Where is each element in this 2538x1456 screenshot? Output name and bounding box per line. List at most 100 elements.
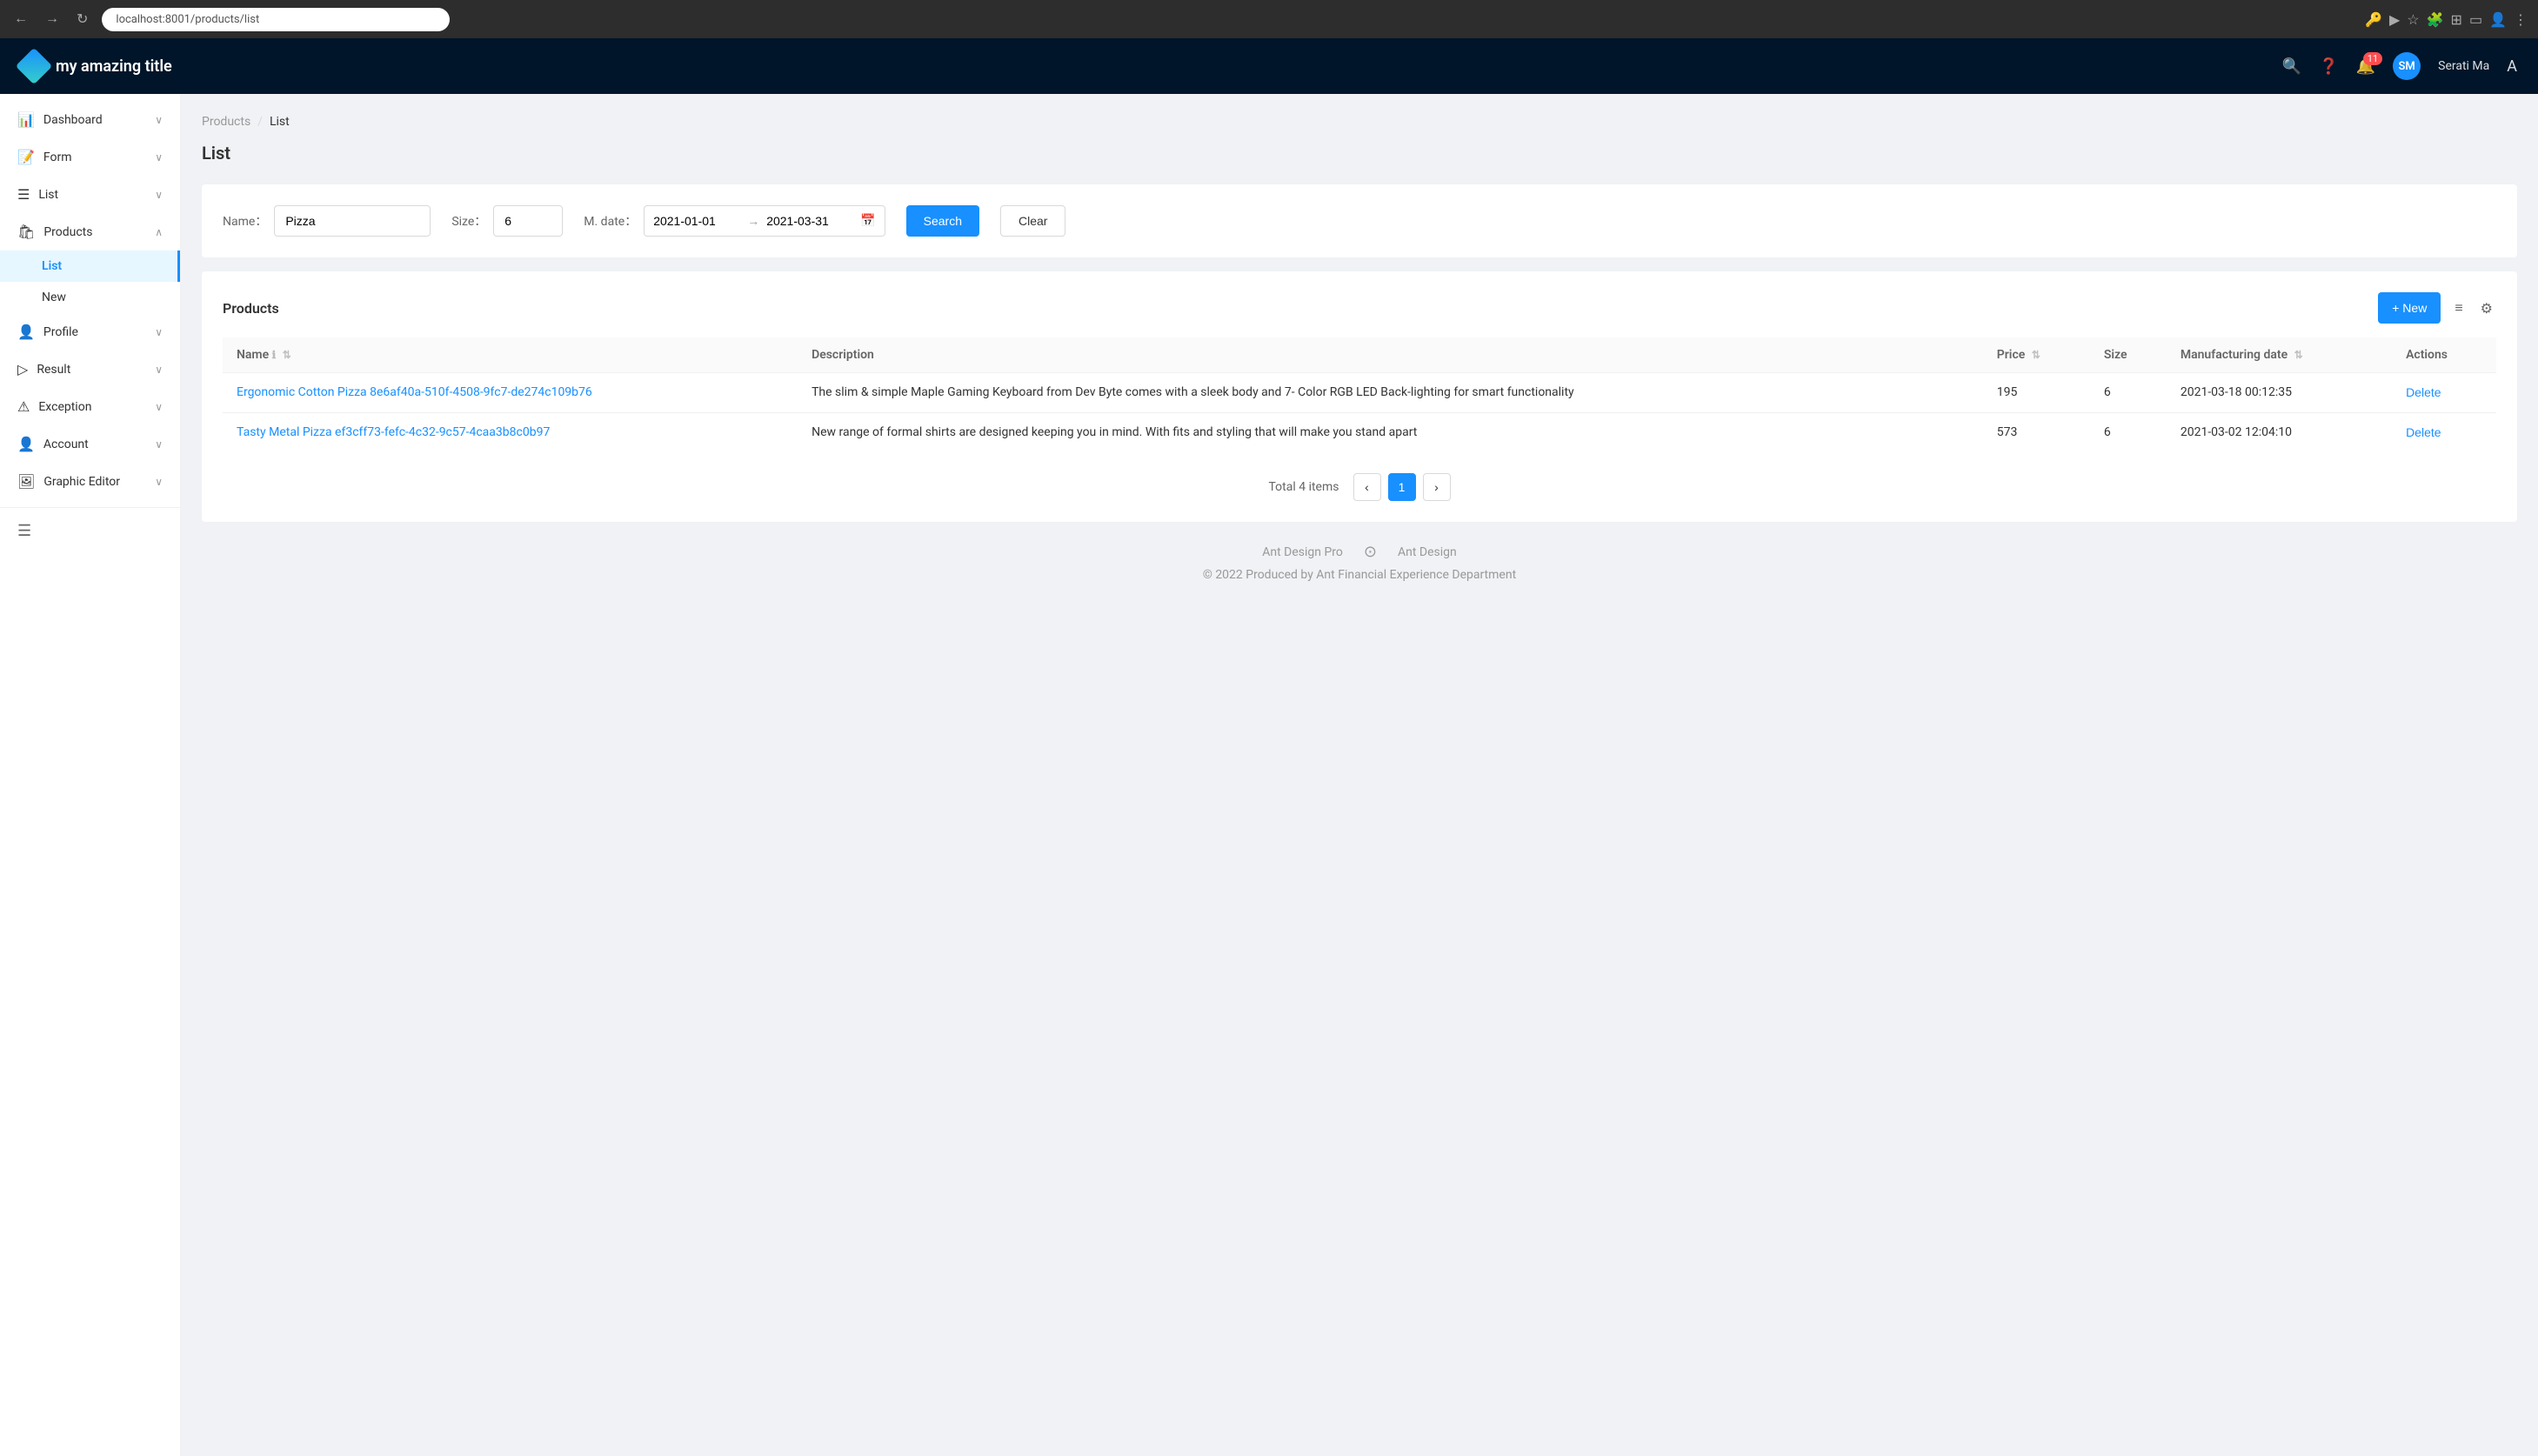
chevron-down-icon: ∨ bbox=[155, 438, 163, 451]
app-header: my amazing title 🔍 ❓ 🔔 11 SM Serati Ma A bbox=[0, 38, 2538, 94]
sidebar-item-label: Result bbox=[37, 363, 70, 377]
calendar-icon[interactable]: 📅 bbox=[860, 214, 875, 228]
settings-icon[interactable]: ⚙ bbox=[2477, 297, 2496, 320]
sidebar-item-account[interactable]: 👤 Account ∨ bbox=[0, 425, 180, 463]
sidebar-sub-label: List bbox=[42, 259, 62, 273]
sort-icon[interactable]: ⇅ bbox=[2294, 349, 2303, 361]
exception-icon: ⚠ bbox=[17, 398, 30, 415]
cast-icon: ▶ bbox=[2389, 11, 2400, 28]
cell-description: New range of formal shirts are designed … bbox=[798, 413, 1983, 453]
form-icon: 📝 bbox=[17, 149, 35, 165]
chevron-down-icon: ∨ bbox=[155, 476, 163, 488]
sidebar-sub-item-list[interactable]: List bbox=[0, 250, 180, 282]
sidebar-item-list[interactable]: ☰ List ∨ bbox=[0, 176, 180, 213]
dashboard-icon: 📊 bbox=[17, 111, 35, 128]
pagination-total: Total 4 items bbox=[1269, 480, 1339, 494]
col-size-label: Size bbox=[2104, 348, 2127, 362]
help-icon[interactable]: ❓ bbox=[2319, 57, 2338, 76]
product-link[interactable]: Tasty Metal Pizza ef3cff73-fefc-4c32-9c5… bbox=[237, 425, 550, 439]
graphic-editor-icon: 🖼 bbox=[17, 473, 35, 490]
table-actions: + New ≡ ⚙ bbox=[2378, 292, 2496, 324]
sidebar-item-label: Exception bbox=[38, 400, 91, 414]
refresh-button[interactable]: ↻ bbox=[73, 7, 91, 31]
breadcrumb-separator: / bbox=[257, 115, 263, 129]
column-height-icon[interactable]: ≡ bbox=[2451, 296, 2466, 320]
app-layout: 📊 Dashboard ∨ 📝 Form ∨ ☰ List ∨ bbox=[0, 94, 2538, 1456]
products-table: Name ℹ ⇅ Description Price ⇅ Size bbox=[223, 337, 2496, 452]
key-icon: 🔑 bbox=[2365, 11, 2382, 28]
col-description: Description bbox=[798, 337, 1983, 373]
col-manufacturing-date-label: Manufacturing date bbox=[2181, 348, 2288, 362]
main-content: Products / List List Name： Size： M. date… bbox=[181, 94, 2538, 1456]
chevron-down-icon: ∨ bbox=[155, 151, 163, 164]
size-filter-input[interactable] bbox=[493, 205, 563, 237]
next-page-button[interactable]: › bbox=[1423, 473, 1451, 501]
list-icon: ☰ bbox=[17, 186, 30, 203]
avatar[interactable]: SM bbox=[2393, 52, 2421, 80]
header-right: 🔍 ❓ 🔔 11 SM Serati Ma A bbox=[2282, 52, 2517, 80]
sidebar-item-label: Account bbox=[43, 437, 89, 451]
cell-size-value: 6 bbox=[2104, 385, 2111, 399]
page-1-button[interactable]: 1 bbox=[1388, 473, 1416, 501]
cell-name: Tasty Metal Pizza ef3cff73-fefc-4c32-9c5… bbox=[223, 413, 798, 453]
translate-icon[interactable]: A bbox=[2507, 57, 2517, 76]
back-button[interactable]: ← bbox=[10, 8, 31, 30]
search-icon[interactable]: 🔍 bbox=[2282, 57, 2301, 76]
sidebar-item-label: Products bbox=[43, 225, 92, 239]
result-icon: ▷ bbox=[17, 361, 28, 377]
prev-page-button[interactable]: ‹ bbox=[1353, 473, 1381, 501]
sidebar-item-profile[interactable]: 👤 Profile ∨ bbox=[0, 313, 180, 351]
cell-description-text: The slim & simple Maple Gaming Keyboard … bbox=[811, 385, 1574, 399]
delete-button[interactable]: Delete bbox=[2406, 425, 2441, 439]
sidebar-item-form[interactable]: 📝 Form ∨ bbox=[0, 138, 180, 176]
menu-icon: ⋮ bbox=[2514, 11, 2528, 28]
sort-icon[interactable]: ⇅ bbox=[2032, 349, 2040, 361]
forward-button[interactable]: → bbox=[42, 8, 63, 30]
breadcrumb-products[interactable]: Products bbox=[202, 115, 250, 129]
footer-link-ant-design[interactable]: Ant Design bbox=[1398, 545, 1457, 559]
notification-wrapper[interactable]: 🔔 11 bbox=[2356, 57, 2375, 76]
sidebar-sub-label: New bbox=[42, 291, 66, 304]
date-range-picker[interactable]: → 📅 bbox=[644, 205, 885, 237]
hamburger-icon[interactable]: ☰ bbox=[17, 522, 31, 540]
page-title: List bbox=[202, 143, 2517, 164]
cell-price: 195 bbox=[1983, 373, 2090, 413]
sidebar-sub-item-new[interactable]: New bbox=[0, 282, 180, 313]
sidebar-item-label: Dashboard bbox=[43, 113, 103, 127]
sort-icon[interactable]: ⇅ bbox=[283, 349, 291, 361]
sidebar-item-result[interactable]: ▷ Result ∨ bbox=[0, 351, 180, 388]
sidebar-bottom: ☰ bbox=[0, 507, 180, 554]
name-filter-input[interactable] bbox=[274, 205, 431, 237]
delete-button[interactable]: Delete bbox=[2406, 385, 2441, 399]
app-logo: my amazing title bbox=[21, 53, 172, 79]
table-row: Tasty Metal Pizza ef3cff73-fefc-4c32-9c5… bbox=[223, 413, 2496, 453]
col-size: Size bbox=[2090, 337, 2167, 373]
address-bar[interactable]: localhost:8001/products/list bbox=[102, 8, 450, 31]
date-filter-label: M. date： bbox=[584, 212, 637, 230]
cell-price: 573 bbox=[1983, 413, 2090, 453]
search-button[interactable]: Search bbox=[906, 205, 979, 237]
col-actions-label: Actions bbox=[2406, 348, 2448, 362]
cell-actions: Delete bbox=[2392, 413, 2496, 453]
github-icon[interactable]: ⊙ bbox=[1364, 543, 1377, 561]
table-header-row: Name ℹ ⇅ Description Price ⇅ Size bbox=[223, 337, 2496, 373]
browser-chrome: ← → ↻ localhost:8001/products/list 🔑 ▶ ☆… bbox=[0, 0, 2538, 38]
cell-price-value: 195 bbox=[1997, 385, 2018, 399]
chevron-down-icon: ∨ bbox=[155, 189, 163, 201]
date-to-input[interactable] bbox=[766, 214, 853, 228]
sidebar-item-exception[interactable]: ⚠ Exception ∨ bbox=[0, 388, 180, 425]
sidebar-item-dashboard[interactable]: 📊 Dashboard ∨ bbox=[0, 101, 180, 138]
info-icon: ℹ bbox=[272, 349, 277, 361]
footer-link-ant-design-pro[interactable]: Ant Design Pro bbox=[1262, 545, 1343, 559]
clear-button[interactable]: Clear bbox=[1000, 205, 1065, 237]
date-from-input[interactable] bbox=[653, 214, 740, 228]
name-filter-group: Name： bbox=[223, 205, 431, 237]
sidebar-item-products[interactable]: 🛍 Products ∧ bbox=[0, 213, 180, 250]
table-title: Products bbox=[223, 300, 279, 317]
product-link[interactable]: Ergonomic Cotton Pizza 8e6af40a-510f-450… bbox=[237, 385, 592, 399]
new-button[interactable]: + New bbox=[2378, 292, 2441, 324]
cell-name: Ergonomic Cotton Pizza 8e6af40a-510f-450… bbox=[223, 373, 798, 413]
sidebar-item-graphic-editor[interactable]: 🖼 Graphic Editor ∨ bbox=[0, 463, 180, 500]
breadcrumb: Products / List bbox=[202, 115, 2517, 129]
cell-manufacturing-date: 2021-03-18 00:12:35 bbox=[2167, 373, 2392, 413]
